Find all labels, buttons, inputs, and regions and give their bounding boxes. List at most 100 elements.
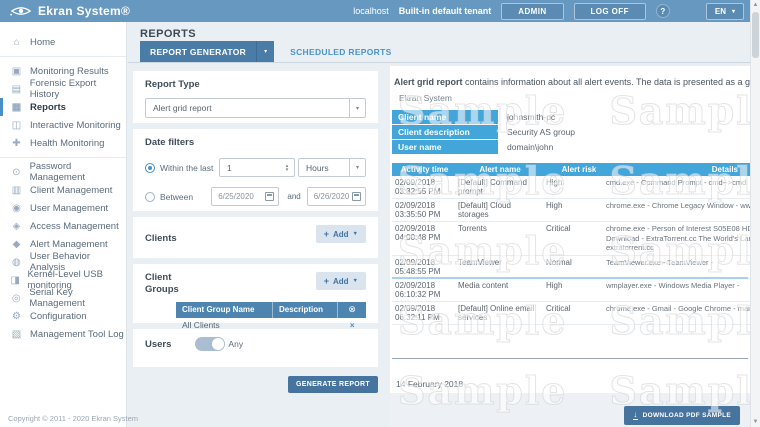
- alert-risk-cell: High: [540, 201, 606, 219]
- column-header-activity-time: Activity time: [392, 165, 457, 174]
- column-header-details: Details: [615, 165, 750, 174]
- details-line: Download - ExtraTorrent.cc The World's L…: [606, 234, 750, 243]
- clients-card: Clients + Add ▼: [133, 217, 378, 258]
- download-icon: ↓: [633, 411, 637, 420]
- within-last-value-input[interactable]: 1 ▲ ▼: [219, 158, 295, 177]
- sidebar-item-reports[interactable]: ▦ Reports: [0, 98, 126, 116]
- details-line: chrome.exe - Person of Interest S05E08 H…: [606, 224, 750, 233]
- date-from-input[interactable]: 6/25/2020: [211, 187, 279, 206]
- health-cross-icon: ✚: [10, 138, 23, 149]
- sidebar-item-home[interactable]: ⌂ Home: [0, 33, 126, 51]
- report-type-card: Report Type Alert grid report ▾: [133, 71, 378, 123]
- sidebar-item-serial-key-management[interactable]: ◎ Serial Key Management: [0, 289, 126, 307]
- behavior-icon: ◍: [10, 257, 23, 268]
- toggle-knob[interactable]: [212, 338, 224, 350]
- alert-name-cell: Media content: [454, 281, 540, 299]
- radio-selected-icon[interactable]: [145, 163, 155, 173]
- details-cell: chrome.exe - Chrome Legacy Window - www.…: [606, 201, 750, 219]
- users-toggle-label: Any: [228, 339, 243, 349]
- clients-label: Clients: [145, 233, 177, 244]
- add-client-groups-button[interactable]: + Add ▼: [316, 272, 366, 290]
- sidebar-item-client-management[interactable]: ▥ Client Management: [0, 181, 126, 199]
- tab-dropdown-caret-icon[interactable]: ▾: [256, 41, 274, 62]
- help-icon[interactable]: ?: [656, 4, 670, 18]
- info-label: User name: [392, 140, 498, 154]
- info-row: Client name johnsmith-pc: [392, 110, 750, 124]
- scroll-down-icon[interactable]: ▼: [751, 419, 760, 425]
- details-line: wmplayer.exe - Windows Media Player -: [606, 281, 739, 290]
- tab-scheduled-reports[interactable]: SCHEDULED REPORTS: [274, 41, 407, 62]
- table-row: 02/09/2018 03:35:50 PM [Default] Cloud s…: [392, 199, 750, 222]
- activity-time-cell: 02/09/2018 03:35:50 PM: [392, 201, 454, 219]
- between-radio[interactable]: Between: [145, 192, 211, 202]
- sidebar-item-interactive-monitoring[interactable]: ◫ Interactive Monitoring: [0, 116, 126, 134]
- download-pdf-sample-button[interactable]: ↓ DOWNLOAD PDF SAMPLE: [624, 406, 740, 425]
- date-from-value: 6/25/2020: [212, 192, 265, 201]
- stepper-down-icon[interactable]: ▼: [285, 168, 289, 172]
- report-description: Alert grid report contains information a…: [394, 77, 750, 87]
- alert-grid: Activity time Alert name Alert risk Deta…: [392, 163, 750, 325]
- time-unit-select[interactable]: Hours ▾: [298, 158, 366, 177]
- report-form: Report Type Alert grid report ▾ Date fil…: [133, 71, 378, 393]
- sidebar-item-label: Client Management: [30, 185, 112, 196]
- table-row: 02/09/2018 05:48:55 PM TeamViewer Normal…: [392, 256, 750, 279]
- info-value: johnsmith-pc: [498, 110, 555, 124]
- within-last-radio[interactable]: Within the last: [145, 163, 219, 173]
- add-clients-button[interactable]: + Add ▼: [316, 225, 366, 243]
- date-to-value: 6/26/2020: [308, 192, 352, 201]
- column-header-alert-risk: Alert risk: [543, 165, 615, 174]
- sidebar-item-health-monitoring[interactable]: ✚ Health Monitoring: [0, 134, 126, 152]
- details-line: cmd.exe - Command Prompt - cmd-->cmd: [606, 178, 746, 187]
- sidebar-item-configuration[interactable]: ⚙ Configuration: [0, 307, 126, 325]
- details-cell: chrome.exe - Gmail - Google Chrome - mai…: [606, 304, 750, 322]
- sidebar-item-label: Monitoring Results: [30, 66, 109, 77]
- sidebar-divider: [0, 157, 126, 158]
- date-filters-label: Date filters: [145, 137, 366, 148]
- table-row: 02/09/2018 06:32:11 PM [Default] Online …: [392, 302, 750, 325]
- sidebar-item-password-management[interactable]: ⊙ Password Management: [0, 163, 126, 181]
- radio-unselected-icon[interactable]: [145, 192, 155, 202]
- chevron-down-icon: ▾: [349, 159, 365, 176]
- info-label: Client name: [392, 110, 498, 124]
- tab-bar: REPORT GENERATOR ▾ SCHEDULED REPORTS: [128, 41, 750, 63]
- number-stepper[interactable]: ▲ ▼: [280, 159, 294, 176]
- tab-report-generator[interactable]: REPORT GENERATOR: [140, 41, 256, 62]
- vertical-scrollbar[interactable]: ▲ ▼: [750, 0, 760, 427]
- chevron-down-icon: ▼: [353, 278, 358, 284]
- date-to-input[interactable]: 6/26/2020: [307, 187, 366, 206]
- report-type-select[interactable]: Alert grid report ▾: [145, 98, 366, 118]
- alert-grid-header: Activity time Alert name Alert risk Deta…: [392, 163, 750, 176]
- user-icon: ◉: [10, 203, 23, 214]
- report-header: Ekran System: [399, 93, 452, 103]
- logoff-button[interactable]: LOG OFF: [574, 3, 646, 20]
- admin-button[interactable]: ADMIN: [501, 3, 563, 20]
- sidebar-item-label: Reports: [30, 102, 66, 113]
- scrollbar-thumb[interactable]: [752, 12, 759, 58]
- alert-risk-cell: Critical: [540, 224, 606, 253]
- top-bar: Ekran System® localhost Built-in default…: [0, 0, 760, 22]
- calendar-icon[interactable]: [265, 192, 274, 201]
- generate-report-button[interactable]: GENERATE REPORT: [288, 376, 378, 393]
- info-label: Client description: [392, 125, 498, 139]
- page-title: REPORTS: [140, 28, 196, 40]
- client-icon: ▥: [10, 185, 23, 196]
- sidebar-item-access-management[interactable]: ◈ Access Management: [0, 217, 126, 235]
- sidebar-item-management-tool-log[interactable]: ▧ Management Tool Log: [0, 325, 126, 343]
- sidebar-item-label: Configuration: [30, 311, 87, 322]
- users-any-toggle[interactable]: [195, 337, 225, 351]
- language-selector[interactable]: EN ▾: [706, 3, 744, 20]
- sidebar-item-forensic-export-history[interactable]: ▤ Forensic Export History: [0, 80, 126, 98]
- sidebar-item-label: Interactive Monitoring: [30, 120, 121, 131]
- scroll-up-icon[interactable]: ▲: [751, 2, 760, 8]
- remove-all-icon[interactable]: ⊗: [338, 302, 366, 318]
- chevron-down-icon: ▾: [349, 99, 365, 117]
- calendar-icon[interactable]: [352, 192, 361, 201]
- host-label: localhost: [353, 6, 389, 16]
- info-row: Client description Security AS group: [392, 125, 750, 139]
- between-label: Between: [160, 192, 193, 202]
- report-type-label: Report Type: [145, 79, 366, 90]
- alert-risk-cell: High: [540, 281, 606, 299]
- info-value: domain\john: [498, 140, 553, 154]
- sidebar-item-label: Alert Management: [30, 239, 108, 250]
- sidebar-item-user-management[interactable]: ◉ User Management: [0, 199, 126, 217]
